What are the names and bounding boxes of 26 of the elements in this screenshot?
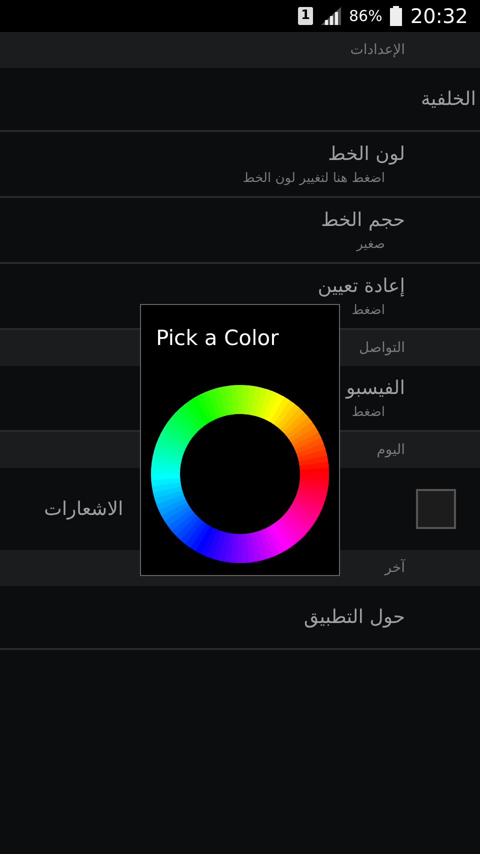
item-title: إعادة تعيين xyxy=(318,274,405,299)
settings-item[interactable]: الخلفية xyxy=(0,68,480,132)
battery-percent: 86% xyxy=(349,6,382,27)
clock: 20:32 xyxy=(410,3,468,30)
item-subtitle: اضغط xyxy=(352,404,386,422)
item-title: لون الخط xyxy=(328,142,405,167)
item-title: حول التطبيق xyxy=(304,604,405,630)
settings-item[interactable]: حول التطبيق xyxy=(0,586,480,650)
section-title: التواصل xyxy=(359,338,405,358)
section-title: اليوم xyxy=(376,440,405,460)
item-subtitle: اضغط هنا لتغيير لون الخط xyxy=(242,170,386,188)
color-wheel[interactable] xyxy=(151,384,329,562)
sim-icon: 1 xyxy=(298,7,314,25)
checkbox[interactable] xyxy=(416,489,456,529)
item-title: الخلفية xyxy=(420,86,476,112)
section-title: الإعدادات xyxy=(350,40,405,60)
item-title: حجم الخط xyxy=(320,208,405,233)
settings-item[interactable]: حجم الخط صغير xyxy=(0,198,480,264)
section-title: آخر xyxy=(384,558,405,578)
item-title: الاشعارات xyxy=(44,496,124,522)
settings-item[interactable]: لون الخط اضغط هنا لتغيير لون الخط xyxy=(0,132,480,198)
battery-icon xyxy=(390,6,402,26)
signal-icon xyxy=(321,7,342,25)
item-subtitle: صغير xyxy=(356,236,386,254)
item-subtitle: اضغط xyxy=(352,302,386,320)
item-title: الفيسبو xyxy=(346,376,405,401)
